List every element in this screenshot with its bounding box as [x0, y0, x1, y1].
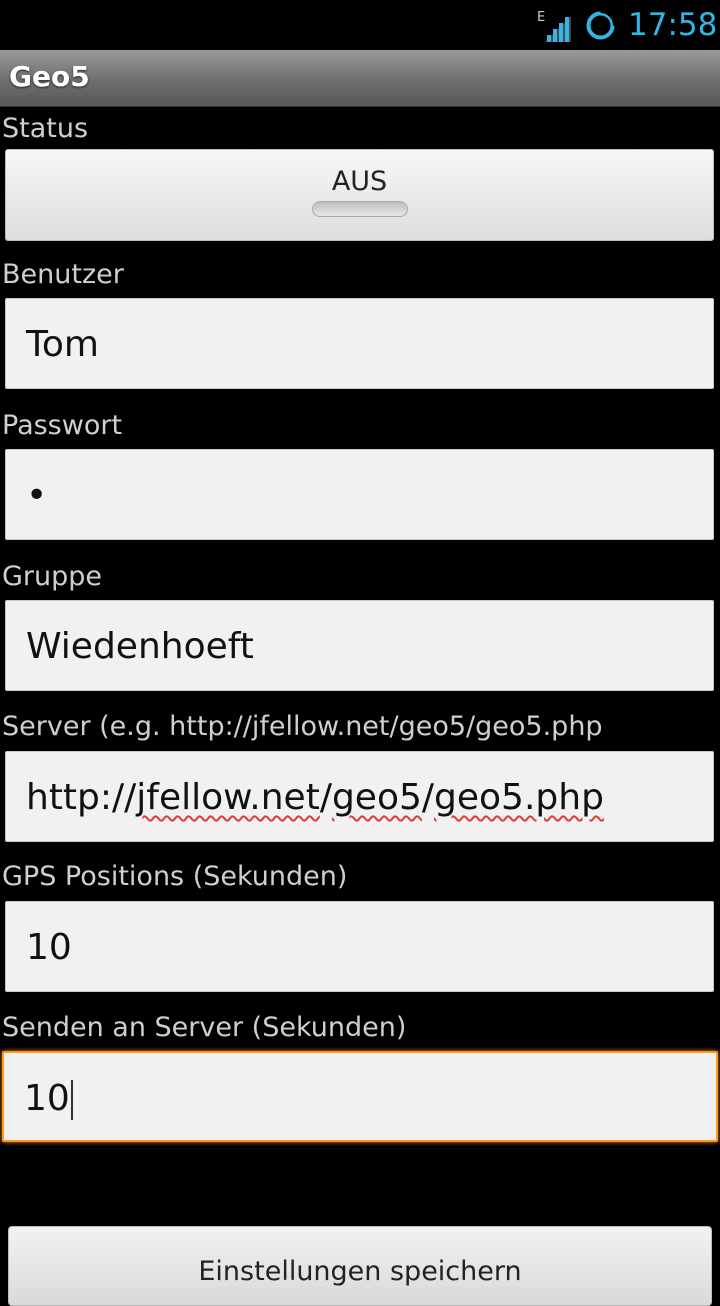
app-title: Geo5 [9, 60, 90, 93]
clock: 17:58 [628, 7, 718, 43]
toggle-indicator-light [312, 201, 408, 217]
app-title-bar: Geo5 [0, 50, 720, 107]
user-label: Benutzer [2, 259, 124, 290]
gps-interval-label: GPS Positions (Sekunden) [2, 861, 348, 892]
server-value-slash-2: / [421, 777, 435, 818]
send-interval-label: Senden an Server (Sekunden) [2, 1012, 407, 1043]
server-value-prefix: http:// [26, 777, 137, 818]
send-interval-value-wrap: 10 [24, 1077, 73, 1121]
password-input[interactable]: • [5, 449, 714, 540]
user-input[interactable]: Tom [5, 298, 714, 389]
group-input-value: Wiedenhoeft [26, 626, 254, 667]
server-label: Server (e.g. http://jfellow.net/geo5/geo… [2, 711, 603, 742]
server-input[interactable]: http://jfellow.net/geo5/geo5.php [5, 751, 714, 842]
send-interval-input[interactable]: 10 [2, 1051, 718, 1142]
password-label: Passwort [2, 410, 123, 441]
server-value-file: geo5.php [434, 777, 604, 818]
gps-interval-value: 10 [26, 927, 72, 968]
status-label: Status [2, 113, 89, 144]
status-toggle-label: AUS [331, 166, 388, 197]
send-interval-value: 10 [24, 1078, 70, 1119]
status-bar: E 17:58 [0, 0, 720, 50]
signal-bars-icon: E [537, 10, 571, 42]
server-input-value: http://jfellow.net/geo5/geo5.php [26, 776, 604, 820]
save-settings-label: Einstellungen speichern [198, 1256, 522, 1287]
gps-interval-input[interactable]: 10 [5, 901, 714, 992]
server-value-domain: jfellow.net [136, 777, 320, 818]
server-value-slash-1: / [319, 777, 332, 818]
server-value-dir: geo5 [331, 777, 422, 818]
save-settings-button[interactable]: Einstellungen speichern [8, 1226, 712, 1306]
user-input-value: Tom [26, 324, 99, 365]
sync-ring-icon [586, 10, 616, 40]
group-label: Gruppe [2, 561, 103, 592]
password-input-value: • [26, 475, 48, 516]
text-cursor [70, 1080, 73, 1120]
network-type-label: E [537, 10, 545, 25]
group-input[interactable]: Wiedenhoeft [5, 600, 714, 691]
status-toggle-button[interactable]: AUS [5, 149, 714, 241]
